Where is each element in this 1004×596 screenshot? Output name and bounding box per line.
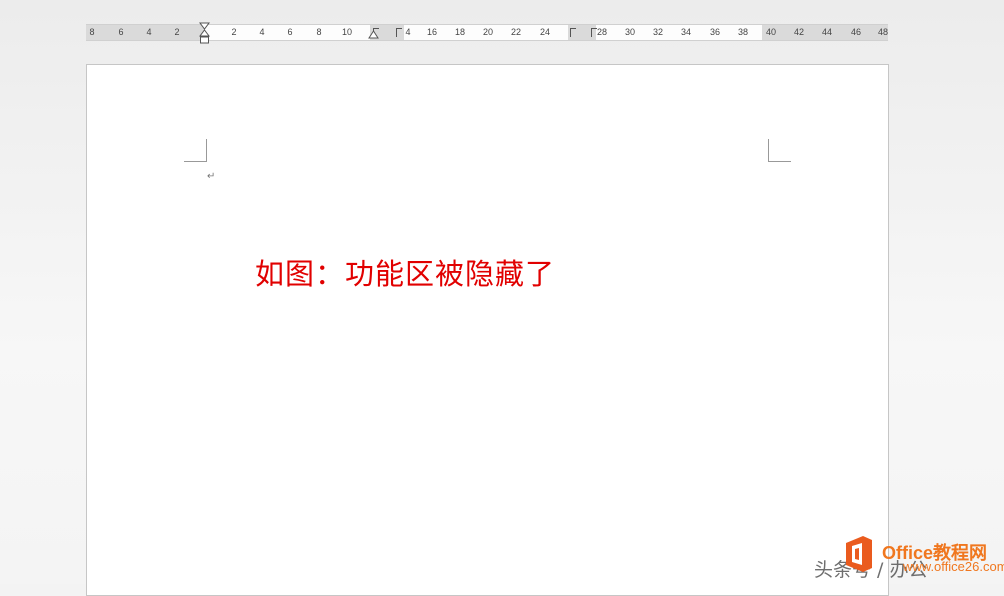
document-page[interactable]: ↵ 如图：功能区被隐藏了 bbox=[86, 64, 889, 596]
ruler-number: 36 bbox=[709, 27, 720, 37]
indent-marker-icon[interactable] bbox=[199, 22, 210, 48]
ruler-number: 8 bbox=[89, 27, 95, 37]
margin-corner-marker bbox=[768, 139, 791, 162]
tab-stop-marker[interactable] bbox=[396, 28, 402, 37]
ruler-number: 40 bbox=[765, 27, 776, 37]
right-indent-marker-icon[interactable] bbox=[368, 30, 379, 42]
document-body-text[interactable]: 如图：功能区被隐藏了 bbox=[255, 251, 555, 293]
ruler-number: 16 bbox=[426, 27, 437, 37]
ruler-number: 20 bbox=[482, 27, 493, 37]
ruler-number: 24 bbox=[539, 27, 550, 37]
ruler-number: 18 bbox=[454, 27, 465, 37]
ruler-number: 4 bbox=[146, 27, 152, 37]
tab-stop-marker[interactable] bbox=[570, 28, 576, 37]
ruler-number: 46 bbox=[850, 27, 861, 37]
ruler-number: 6 bbox=[118, 27, 124, 37]
ruler-number: 42 bbox=[793, 27, 804, 37]
office-logo-icon bbox=[846, 536, 872, 572]
ruler-number: 38 bbox=[737, 27, 748, 37]
margin-corner-marker bbox=[184, 139, 207, 162]
ruler-number: 4 bbox=[259, 27, 265, 37]
document-workspace: 8 6 4 2 2 4 6 8 10 4 16 18 20 22 24 28 3… bbox=[0, 0, 1004, 596]
ruler-number: 10 bbox=[341, 27, 352, 37]
ruler-number: 44 bbox=[821, 27, 832, 37]
watermark-url: www.office26.com bbox=[903, 559, 1004, 574]
tab-stop-marker[interactable] bbox=[591, 28, 597, 37]
ruler-number: 22 bbox=[510, 27, 521, 37]
ruler-number: 2 bbox=[231, 27, 237, 37]
ruler-number: 32 bbox=[652, 27, 663, 37]
ruler-number: 34 bbox=[680, 27, 691, 37]
paragraph-mark: ↵ bbox=[207, 171, 216, 182]
ruler-number: 48 bbox=[877, 27, 888, 37]
ruler-number: 6 bbox=[287, 27, 293, 37]
ruler-number: 30 bbox=[624, 27, 635, 37]
ruler-number: 2 bbox=[174, 27, 180, 37]
ruler-number: 8 bbox=[316, 27, 322, 37]
horizontal-ruler[interactable]: 8 6 4 2 2 4 6 8 10 4 16 18 20 22 24 28 3… bbox=[86, 22, 888, 44]
